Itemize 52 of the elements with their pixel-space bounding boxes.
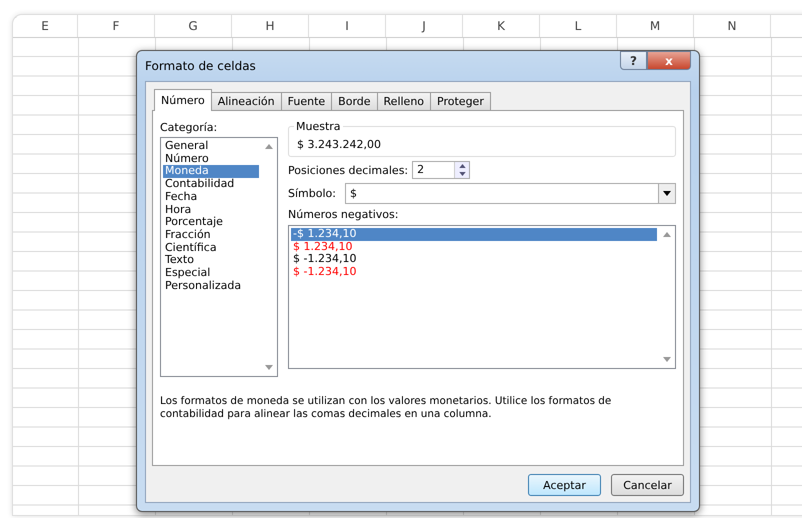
tab[interactable]: Alineación: [210, 92, 282, 110]
symbol-label: Símbolo:: [288, 187, 336, 200]
tab[interactable]: Proteger: [430, 92, 491, 110]
cancel-button[interactable]: Cancelar: [611, 474, 684, 496]
column-header[interactable]: F: [78, 15, 155, 37]
column-header[interactable]: E: [13, 15, 78, 37]
help-button[interactable]: ?: [620, 51, 647, 70]
scroll-up-icon[interactable]: [265, 144, 273, 149]
scroll-up-icon[interactable]: [663, 232, 671, 237]
negative-format-item[interactable]: $ 1.234,10: [291, 240, 657, 254]
symbol-dropdown[interactable]: $: [344, 183, 676, 204]
negative-format-item[interactable]: $ -1.234,10: [291, 266, 657, 279]
category-item[interactable]: Texto: [163, 254, 259, 268]
tab[interactable]: Fuente: [280, 92, 332, 110]
column-header[interactable]: H: [232, 15, 309, 37]
category-item[interactable]: Moneda: [163, 165, 259, 178]
decrement-icon[interactable]: [458, 172, 466, 176]
sample-value: $ 3.243.242,00: [297, 138, 381, 151]
scroll-down-icon[interactable]: [265, 365, 273, 370]
negative-format-item[interactable]: $ -1.234,10: [291, 253, 657, 266]
column-header[interactable]: N: [694, 15, 771, 37]
category-item[interactable]: General: [163, 140, 259, 153]
tab[interactable]: Relleno: [376, 92, 432, 110]
category-item[interactable]: Fracción: [163, 228, 259, 242]
category-item[interactable]: Número: [163, 152, 259, 166]
tab[interactable]: Borde: [331, 92, 378, 110]
category-item[interactable]: Personalizada: [163, 280, 259, 292]
scroll-down-icon[interactable]: [663, 357, 671, 362]
decimals-label: Posiciones decimales:: [288, 164, 408, 176]
column-header[interactable]: M: [617, 15, 694, 37]
category-item[interactable]: Porcentaje: [163, 216, 259, 229]
category-item[interactable]: Hora: [163, 204, 259, 216]
accept-button[interactable]: Aceptar: [528, 474, 601, 496]
column-header[interactable]: I: [309, 15, 386, 37]
category-item[interactable]: Contabilidad: [163, 178, 259, 191]
dropdown-arrow-icon[interactable]: [663, 191, 671, 196]
column-header[interactable]: G: [155, 15, 232, 37]
increment-icon[interactable]: [458, 164, 466, 168]
category-item[interactable]: Científica: [163, 242, 259, 254]
window-title: Formato de celdas: [145, 59, 256, 73]
column-header[interactable]: K: [463, 15, 540, 37]
description-text: Los formatos de moneda se utilizan con los valores monetarios. Utilice los formatos de contabilidad para alinear las comas decimales en una columna.: [160, 395, 612, 421]
category-label: Categoría:: [160, 121, 218, 134]
tab[interactable]: Número: [154, 89, 212, 111]
category-item[interactable]: Especial: [163, 267, 259, 280]
decimals-spinner[interactable]: 2: [412, 161, 470, 179]
column-header[interactable]: J: [386, 15, 463, 37]
negative-format-item[interactable]: -$ 1.234,10: [291, 228, 657, 241]
category-item[interactable]: Fecha: [163, 190, 259, 204]
column-header[interactable]: L: [540, 15, 617, 37]
sample-label: Muestra: [294, 120, 343, 133]
negative-numbers-label: Números negativos:: [288, 208, 400, 221]
